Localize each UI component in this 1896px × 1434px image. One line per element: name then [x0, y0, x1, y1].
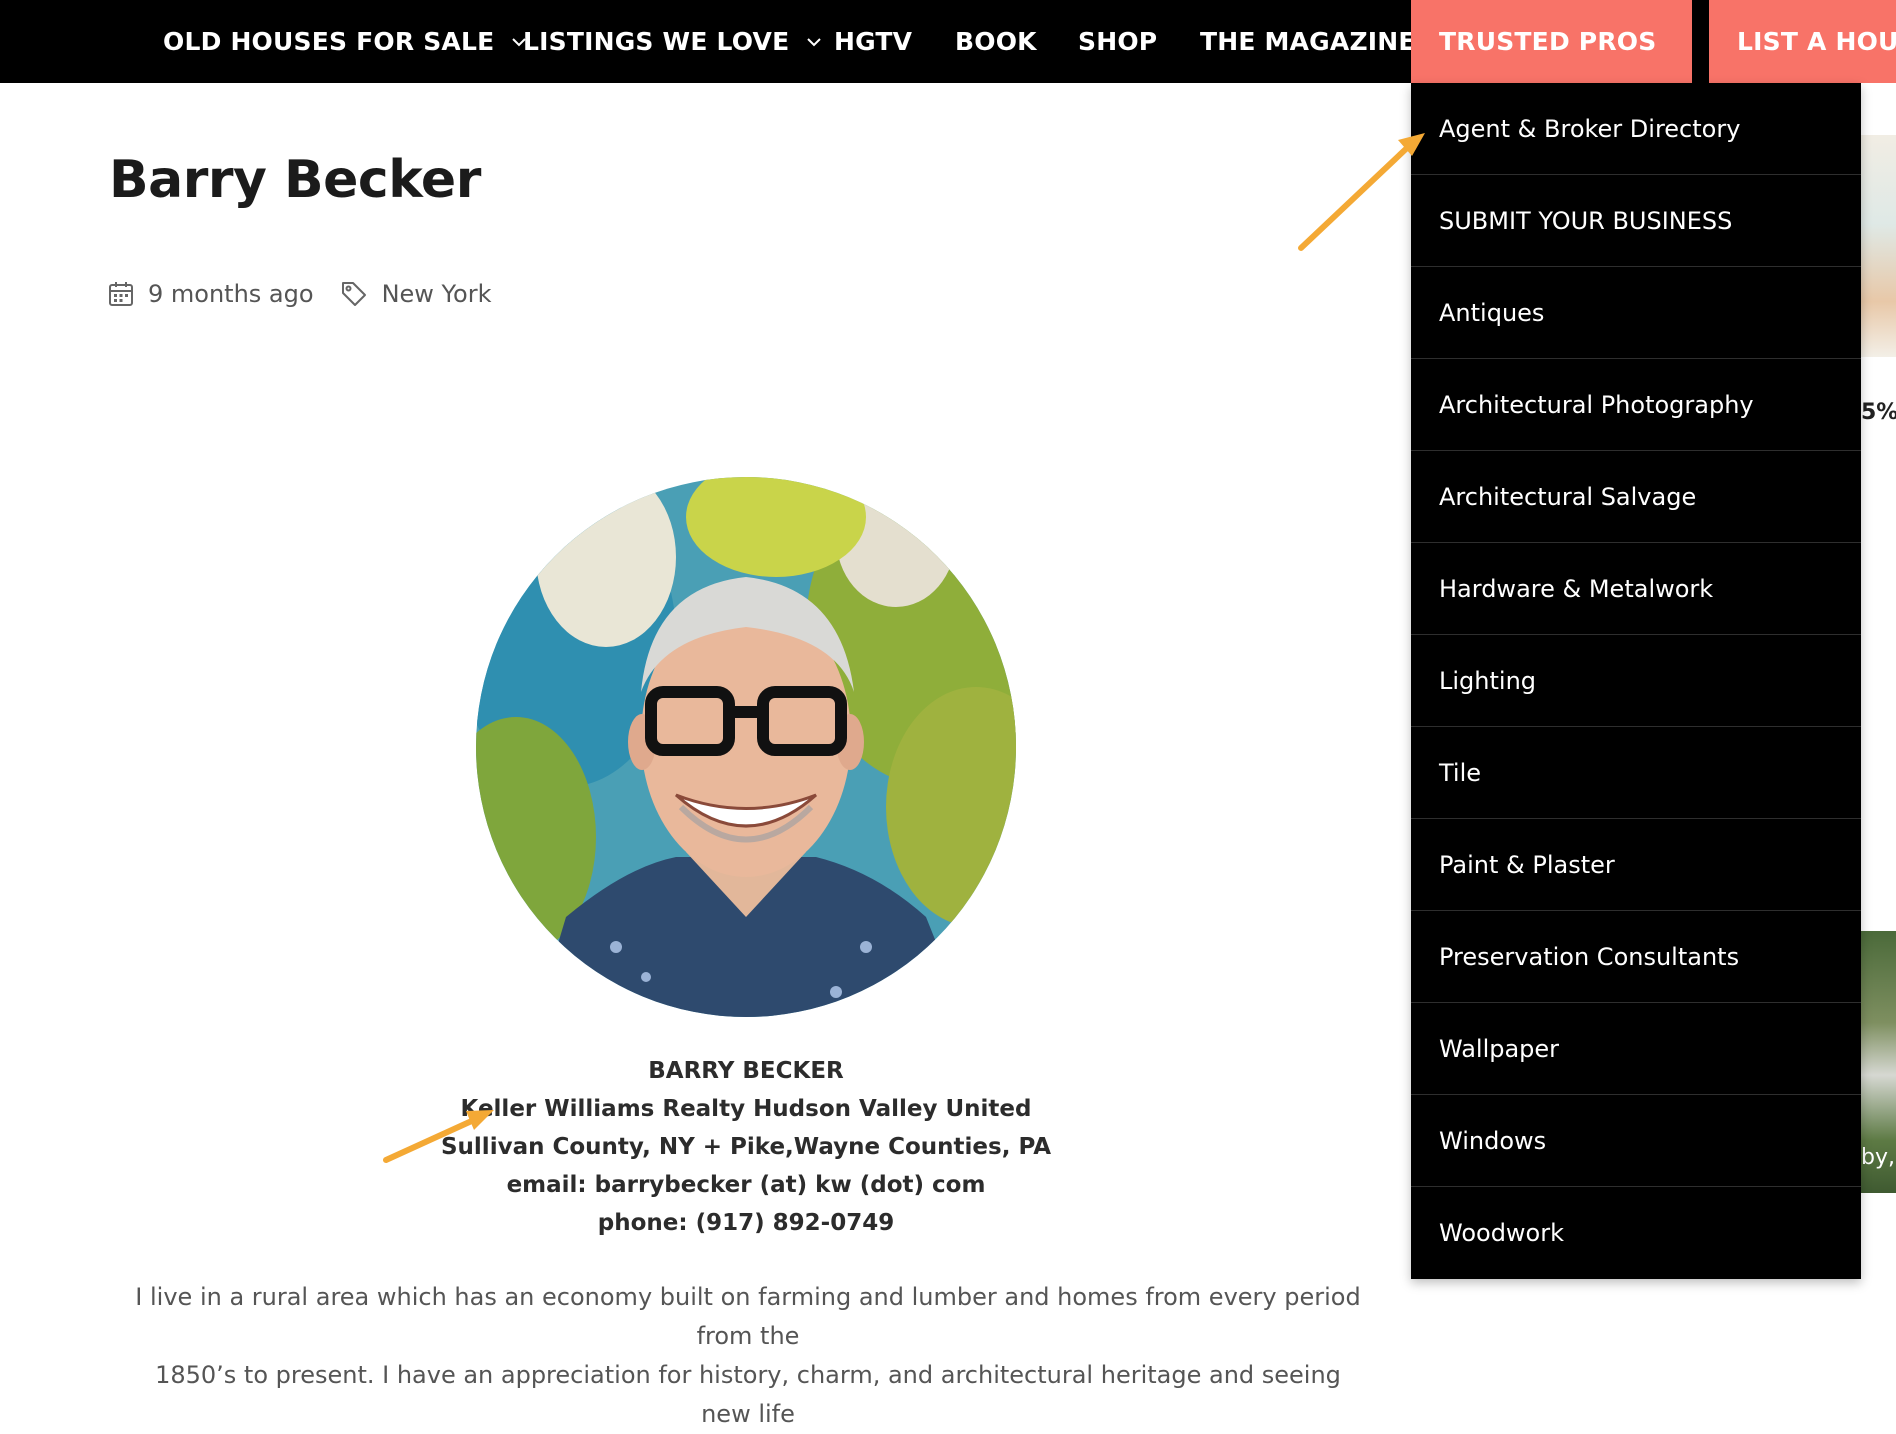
agent-contact-info: BARRY BECKER Keller Williams Realty Huds… — [346, 1052, 1146, 1242]
nav-label: THE MAGAZINE — [1200, 27, 1416, 56]
dropdown-item-paint-plaster[interactable]: Paint & Plaster — [1411, 819, 1861, 911]
agent-bio: I live in a rural area which has an econ… — [128, 1278, 1368, 1434]
nav-hgtv[interactable]: HGTV — [834, 0, 912, 83]
sidebar-text-clipped: 5% — [1861, 400, 1896, 425]
dropdown-item-antiques[interactable]: Antiques — [1411, 267, 1861, 359]
dropdown-item-windows[interactable]: Windows — [1411, 1095, 1861, 1187]
dropdown-item-wallpaper[interactable]: Wallpaper — [1411, 1003, 1861, 1095]
dropdown-item-agent-broker-directory[interactable]: Agent & Broker Directory — [1411, 83, 1861, 175]
post-meta: 9 months ago New York — [108, 280, 491, 308]
dropdown-item-tile[interactable]: Tile — [1411, 727, 1861, 819]
nav-label: HGTV — [834, 27, 913, 56]
dropdown-item-preservation-consultants[interactable]: Preservation Consultants — [1411, 911, 1861, 1003]
dropdown-item-submit-your-business[interactable]: SUBMIT YOUR BUSINESS — [1411, 175, 1861, 267]
post-tag-link[interactable]: New York — [382, 280, 492, 308]
sidebar-caption-clipped: by, — [1861, 1145, 1895, 1170]
nav-label: LISTINGS WE LOVE — [523, 27, 790, 56]
nav-old-houses-for-sale[interactable]: OLD HOUSES FOR SALE — [163, 0, 527, 83]
post-date: 9 months ago — [148, 280, 314, 308]
nav-listings-we-love[interactable]: LISTINGS WE LOVE — [523, 0, 822, 83]
top-nav: OLD HOUSES FOR SALE LISTINGS WE LOVE HGT… — [0, 0, 1896, 83]
agent-company: Keller Williams Realty Hudson Valley Uni… — [460, 1096, 1032, 1122]
tag-icon — [341, 282, 366, 306]
nav-label: BOOK — [955, 27, 1037, 56]
nav-the-magazine[interactable]: THE MAGAZINE — [1200, 0, 1416, 83]
sidebar-image-clipped[interactable] — [1861, 135, 1896, 357]
nav-label: TRUSTED PROS — [1439, 27, 1657, 56]
portrait-illustration — [476, 477, 1016, 1017]
chevron-down-icon — [807, 37, 822, 46]
dropdown-item-woodwork[interactable]: Woodwork — [1411, 1187, 1861, 1279]
dropdown-item-architectural-salvage[interactable]: Architectural Salvage — [1411, 451, 1861, 543]
nav-label: SHOP — [1078, 27, 1158, 56]
nav-label: LIST A HOUSE — [1737, 27, 1896, 56]
profile-photo — [476, 477, 1016, 1017]
nav-label: OLD HOUSES FOR SALE — [163, 27, 495, 56]
bio-line: I live in a rural area which has an econ… — [135, 1283, 1361, 1350]
calendar-icon — [109, 282, 133, 306]
dropdown-item-lighting[interactable]: Lighting — [1411, 635, 1861, 727]
agent-service-area: Sullivan County, NY + Pike,Wayne Countie… — [440, 1134, 1052, 1160]
nav-shop[interactable]: SHOP — [1078, 0, 1157, 83]
agent-name: BARRY BECKER — [648, 1058, 844, 1084]
dropdown-item-architectural-photography[interactable]: Architectural Photography — [1411, 359, 1861, 451]
agent-phone: phone: (917) 892-0749 — [597, 1210, 895, 1236]
nav-list-a-house[interactable]: LIST A HOUSE — [1709, 0, 1896, 83]
bio-line: 1850’s to present. I have an appreciatio… — [155, 1361, 1341, 1428]
agent-email: email: barrybecker (at) kw (dot) com — [506, 1172, 986, 1198]
arrow-to-agent-directory — [1298, 133, 1425, 251]
nav-book[interactable]: BOOK — [955, 0, 1037, 83]
page-title: Barry Becker — [109, 150, 481, 210]
nav-trusted-pros[interactable]: TRUSTED PROS — [1411, 0, 1692, 83]
dropdown-item-hardware-metalwork[interactable]: Hardware & Metalwork — [1411, 543, 1861, 635]
trusted-pros-dropdown: Agent & Broker Directory SUBMIT YOUR BUS… — [1411, 83, 1861, 1279]
